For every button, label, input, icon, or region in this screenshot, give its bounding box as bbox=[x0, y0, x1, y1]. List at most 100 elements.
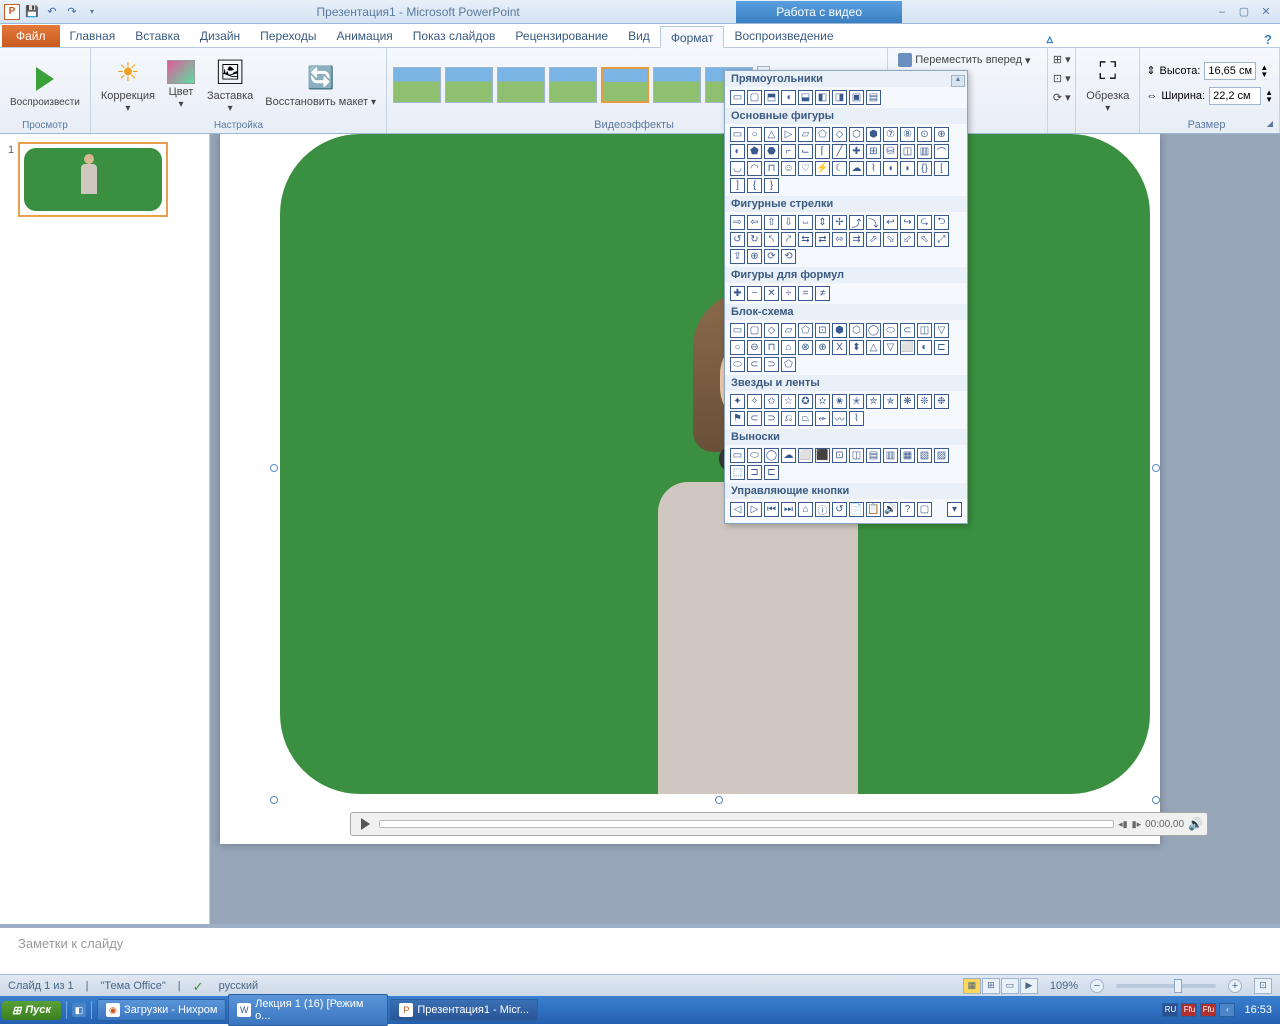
shape-icon[interactable]: ▽ bbox=[934, 323, 949, 338]
language-indicator[interactable]: RU bbox=[1162, 1003, 1178, 1017]
shape-icon[interactable]: ◨ bbox=[832, 90, 847, 105]
zoom-out-button[interactable]: − bbox=[1090, 979, 1104, 993]
shape-icon[interactable]: ▭ bbox=[730, 90, 745, 105]
shape-icon[interactable]: ⮌ bbox=[934, 215, 949, 230]
slide-thumbnail[interactable] bbox=[18, 142, 168, 217]
shape-icon[interactable]: ⊓ bbox=[764, 340, 779, 355]
shape-icon[interactable]: ⬁ bbox=[917, 232, 932, 247]
shape-icon[interactable]: ▢ bbox=[917, 502, 932, 517]
notes-pane[interactable]: Заметки к слайду bbox=[0, 924, 1280, 968]
redo-icon[interactable]: ↷ bbox=[64, 4, 80, 20]
shape-icon[interactable]: ▥ bbox=[917, 144, 932, 159]
shape-icon[interactable]: ❉ bbox=[934, 394, 949, 409]
shape-icon[interactable]: ⬒ bbox=[764, 90, 779, 105]
shape-icon[interactable]: ✩ bbox=[764, 394, 779, 409]
player-play-button[interactable] bbox=[355, 815, 375, 833]
shape-icon[interactable]: ⏮ bbox=[764, 502, 779, 517]
ribbon-minimize-icon[interactable]: ▵ bbox=[1047, 31, 1054, 47]
shape-icon[interactable]: ⬠ bbox=[798, 323, 813, 338]
shape-icon[interactable]: [ bbox=[934, 161, 949, 176]
reset-button[interactable]: 🔄 Восстановить макет ▾ bbox=[261, 60, 380, 110]
shape-icon[interactable]: { bbox=[747, 178, 762, 193]
spinner-icon[interactable]: ▲▼ bbox=[1260, 64, 1268, 78]
shape-icon[interactable]: ⊓ bbox=[764, 161, 779, 176]
style-item[interactable] bbox=[653, 67, 701, 103]
shape-icon[interactable]: = bbox=[798, 286, 813, 301]
qat-dropdown-icon[interactable]: ▾ bbox=[84, 4, 100, 20]
shape-icon[interactable]: ? bbox=[900, 502, 915, 517]
shape-icon[interactable]: ⬭ bbox=[883, 323, 898, 338]
spellcheck-icon[interactable]: ✓ bbox=[193, 979, 207, 993]
shape-icon[interactable]: ◧ bbox=[815, 90, 830, 105]
tray-icon[interactable]: Ffu bbox=[1200, 1003, 1216, 1017]
shape-icon[interactable]: ⛁ bbox=[883, 144, 898, 159]
tab-review[interactable]: Рецензирование bbox=[505, 25, 618, 47]
shape-icon[interactable]: ▷ bbox=[781, 127, 796, 142]
shape-icon[interactable]: ◫ bbox=[917, 323, 932, 338]
close-icon[interactable]: ✕ bbox=[1256, 5, 1276, 19]
shape-icon[interactable]: ⊞ bbox=[866, 144, 881, 159]
shape-icon[interactable]: ◠ bbox=[747, 161, 762, 176]
shape-icon[interactable]: ÷ bbox=[781, 286, 796, 301]
file-tab[interactable]: Файл bbox=[2, 25, 60, 47]
shape-icon[interactable]: ✢ bbox=[832, 215, 847, 230]
shape-icon[interactable]: ⌂ bbox=[781, 340, 796, 355]
shape-icon[interactable]: ⬣ bbox=[764, 144, 779, 159]
shape-icon[interactable]: ⬡ bbox=[849, 323, 864, 338]
shape-icon[interactable]: ◇ bbox=[764, 323, 779, 338]
shape-icon[interactable]: ⬓ bbox=[798, 90, 813, 105]
fit-window-icon[interactable]: ⊡ bbox=[1254, 978, 1272, 994]
task-item[interactable]: WЛекция 1 (16) [Режим о... bbox=[228, 994, 388, 1026]
clock[interactable]: 16:53 bbox=[1238, 1004, 1278, 1016]
shape-icon[interactable]: ⇧ bbox=[764, 215, 779, 230]
shape-icon[interactable]: ✮ bbox=[866, 394, 881, 409]
tab-home[interactable]: Главная bbox=[60, 25, 126, 47]
shape-icon[interactable]: ☁ bbox=[849, 161, 864, 176]
tray-expand-icon[interactable]: ‹ bbox=[1219, 1003, 1235, 1017]
shape-icon[interactable]: ⬜ bbox=[798, 448, 813, 463]
video-object[interactable]: ◂▮ ▮▸ 00:00,00 🔊 bbox=[280, 134, 1150, 794]
shape-icon[interactable]: ] bbox=[730, 178, 745, 193]
tab-playback[interactable]: Воспроизведение bbox=[724, 25, 843, 47]
play-button[interactable]: Воспроизвести bbox=[6, 61, 84, 110]
shape-icon[interactable]: ≠ bbox=[815, 286, 830, 301]
shape-icon[interactable]: ◯ bbox=[866, 323, 881, 338]
shape-icon[interactable]: ⬟ bbox=[747, 144, 762, 159]
shape-icon[interactable]: ▽ bbox=[883, 340, 898, 355]
shape-icon[interactable]: ○ bbox=[747, 127, 762, 142]
shape-icon[interactable]: ✯ bbox=[883, 394, 898, 409]
style-item[interactable] bbox=[393, 67, 441, 103]
slideshow-view-icon[interactable]: ▶ bbox=[1020, 978, 1038, 994]
shape-icon[interactable]: − bbox=[747, 286, 762, 301]
shape-icon[interactable]: ⌐ bbox=[781, 144, 796, 159]
shape-icon[interactable]: ▢ bbox=[747, 90, 762, 105]
start-button[interactable]: ⊞ Пуск bbox=[2, 1001, 61, 1020]
tab-design[interactable]: Дизайн bbox=[190, 25, 250, 47]
minimize-icon[interactable]: – bbox=[1212, 5, 1232, 19]
shape-icon[interactable]: ⤵ bbox=[866, 215, 881, 230]
shape-icon[interactable]: ⇕ bbox=[815, 215, 830, 230]
shape-icon[interactable]: ⊃ bbox=[764, 357, 779, 372]
bring-forward-button[interactable]: Переместить вперед ▾ bbox=[894, 51, 1034, 69]
tab-transitions[interactable]: Переходы bbox=[250, 25, 326, 47]
shape-icon[interactable]: ↩ bbox=[883, 215, 898, 230]
width-input[interactable] bbox=[1209, 87, 1261, 105]
shape-icon[interactable]: ⊃ bbox=[764, 411, 779, 426]
zoom-level[interactable]: 109% bbox=[1050, 980, 1078, 992]
shape-icon[interactable]: ↪ bbox=[900, 215, 915, 230]
gallery-more-icon[interactable]: ▾ bbox=[947, 502, 962, 517]
shape-icon[interactable]: ⮎ bbox=[917, 215, 932, 230]
shape-icon[interactable]: ⌈ bbox=[815, 144, 830, 159]
shape-icon[interactable]: ⊏ bbox=[934, 340, 949, 355]
shape-icon[interactable]: ▤ bbox=[866, 90, 881, 105]
height-input[interactable] bbox=[1204, 62, 1256, 80]
shape-icon[interactable]: ⌙ bbox=[798, 144, 813, 159]
shape-icon[interactable]: ◖ bbox=[781, 90, 796, 105]
shape-icon[interactable]: ⑧ bbox=[900, 127, 915, 142]
shape-icon[interactable]: ⏢ bbox=[798, 411, 813, 426]
save-icon[interactable]: 💾 bbox=[24, 4, 40, 20]
shape-icon[interactable]: ☁ bbox=[781, 448, 796, 463]
shape-icon[interactable]: ⬍ bbox=[849, 340, 864, 355]
shape-icon[interactable]: ↻ bbox=[747, 232, 762, 247]
shape-icon[interactable]: ╱ bbox=[832, 144, 847, 159]
